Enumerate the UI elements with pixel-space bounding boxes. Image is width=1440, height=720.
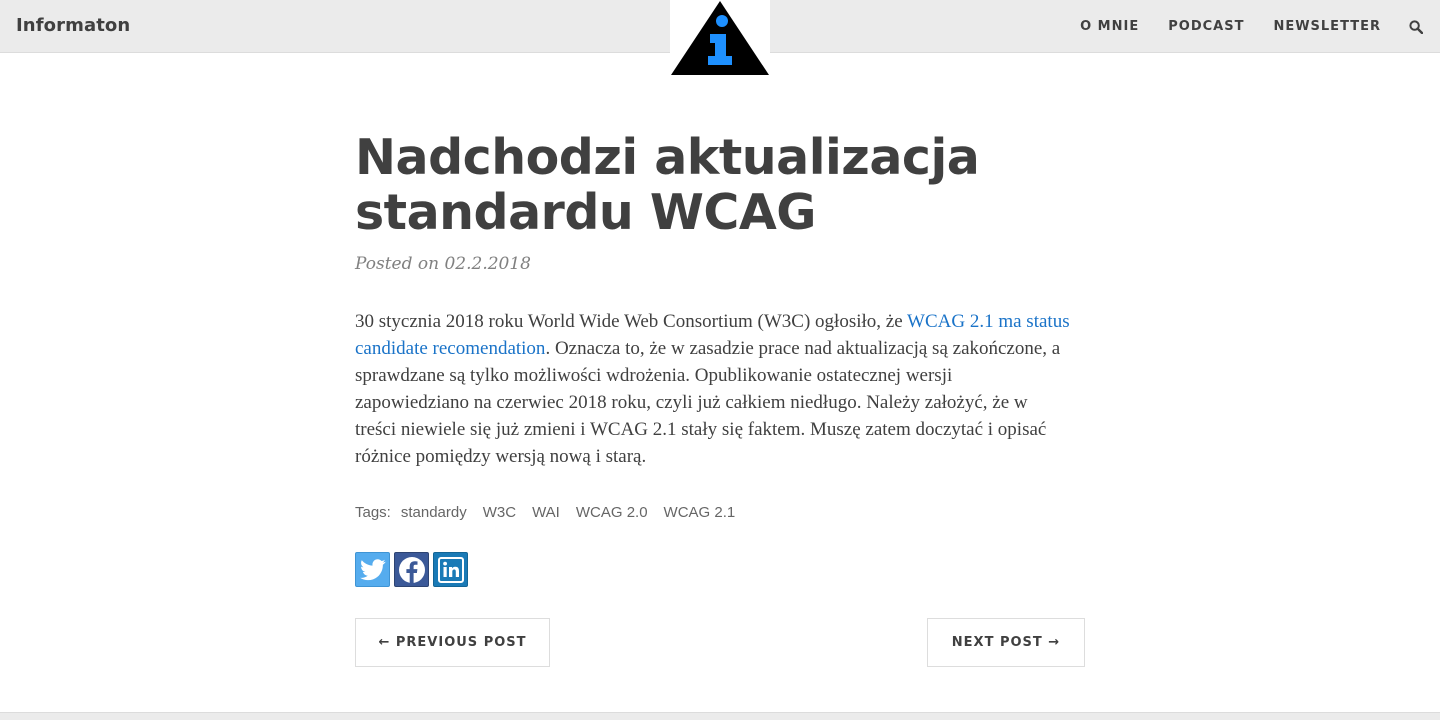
tags-label: Tags: — [355, 504, 391, 521]
tag-w3c[interactable]: W3C — [483, 504, 516, 521]
site-logo[interactable] — [670, 0, 770, 76]
nav-item-podcast[interactable]: PODCAST — [1168, 19, 1244, 34]
linkedin-icon — [437, 556, 464, 583]
post-title: Nadchodzi aktualizacja standardu WCAG — [355, 129, 980, 241]
twitter-share-button[interactable] — [355, 552, 390, 587]
next-post-button[interactable]: NEXT POST → — [927, 618, 1085, 667]
brand-link[interactable]: Informaton — [16, 15, 130, 36]
footer — [0, 712, 1440, 720]
tag-wcag-2-1[interactable]: WCAG 2.1 — [664, 504, 736, 521]
nav-links: O MNIE PODCAST NEWSLETTER — [1051, 0, 1440, 53]
twitter-icon — [359, 558, 386, 580]
article: Nadchodzi aktualizacja standardu WCAG Po… — [355, 125, 1085, 667]
tag-wcag-2-0[interactable]: WCAG 2.0 — [576, 504, 648, 521]
nav-item-newsletter[interactable]: NEWSLETTER — [1273, 19, 1381, 34]
post-meta: Posted on 02.2.2018 — [355, 254, 531, 274]
facebook-icon — [398, 556, 425, 583]
tags-list: Tags: standardy W3C WAI WCAG 2.0 WCAG 2.… — [355, 504, 1085, 521]
linkedin-share-button[interactable] — [433, 552, 468, 587]
previous-post-button[interactable]: ← PREVIOUS POST — [355, 618, 550, 667]
post-body: 30 stycznia 2018 roku World Wide Web Con… — [355, 308, 1070, 470]
post-pager: ← PREVIOUS POST NEXT POST → — [355, 618, 1085, 667]
tag-standardy[interactable]: standardy — [401, 504, 467, 521]
tag-wai[interactable]: WAI — [532, 504, 560, 521]
post-body-text-start: 30 stycznia 2018 roku World Wide Web Con… — [355, 311, 908, 332]
info-triangle-icon — [671, 1, 769, 75]
facebook-share-button[interactable] — [394, 552, 429, 587]
search-icon[interactable] — [1408, 19, 1424, 35]
nav-item-o-mnie[interactable]: O MNIE — [1080, 19, 1139, 34]
share-buttons — [355, 552, 1085, 587]
